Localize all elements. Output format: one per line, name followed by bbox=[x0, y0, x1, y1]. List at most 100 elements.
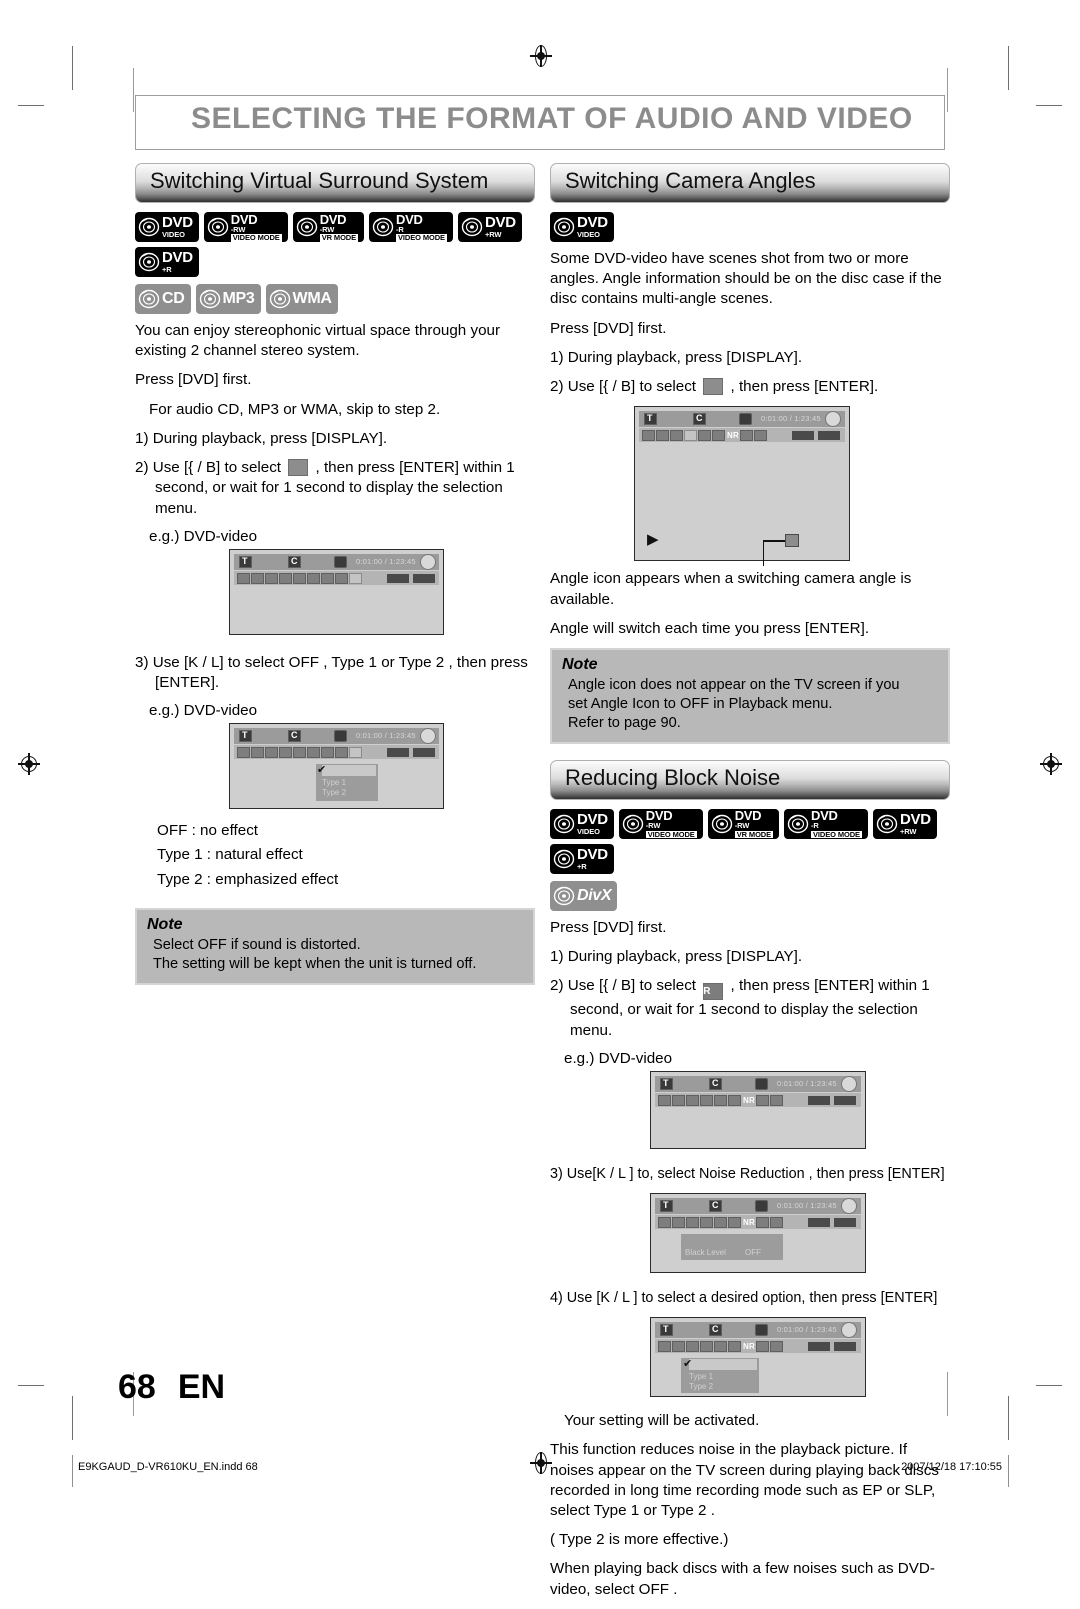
surround-option-type2: Type 2 : emphasized effect bbox=[157, 870, 339, 888]
note-title: Note bbox=[562, 655, 598, 673]
osd-menu-row-1[interactable]: Type 2 bbox=[689, 1382, 713, 1391]
osd-icon-repeat bbox=[698, 430, 711, 442]
disc-icon bbox=[553, 814, 575, 834]
osd-menu-row-0[interactable]: Type 1 bbox=[689, 1372, 713, 1381]
osd-menu-row-1[interactable]: Type 2 bbox=[322, 788, 346, 797]
badge-text: DVD -RW VR MODE bbox=[319, 211, 359, 242]
osd-icon-repeat bbox=[714, 1341, 727, 1353]
osd-title-label: T bbox=[242, 555, 248, 566]
badge-dvd-plus-rw: DVD +RW bbox=[872, 808, 937, 839]
osd-menu-highlight bbox=[322, 765, 376, 777]
osd-icon-repeat bbox=[714, 1094, 727, 1106]
osd-icon-nr-label: NR bbox=[743, 1342, 755, 1352]
osd-clock-icon bbox=[739, 413, 752, 426]
badge-row-noise: DVD Video DVD -RW Video Mode DVD -RW VR … bbox=[550, 808, 950, 874]
osd-blacklevel-label: Black Level bbox=[685, 1247, 726, 1257]
noise-eg-1: e.g.) DVD-video bbox=[564, 1049, 673, 1067]
section-header-block-noise-label: Reducing Block Noise bbox=[565, 764, 781, 790]
osd-screen-noise-1: T C 0:01:00 / 1:23:45 NR bbox=[650, 1070, 866, 1149]
disc-icon bbox=[553, 886, 575, 906]
osd-screen-surround-menu: T C 0:01:00 / 1:23:45 ✔ Type 1 Type 2 bbox=[229, 723, 444, 810]
angles-step-2a: 2) Use [{ / B] to select bbox=[550, 378, 697, 396]
osd-title-label: T bbox=[242, 730, 248, 741]
badge-row-divx: DivX bbox=[550, 880, 950, 911]
surround-option-off: OFF : no effect bbox=[157, 822, 259, 840]
osd-icon-search bbox=[237, 747, 250, 759]
disc-icon bbox=[461, 217, 483, 237]
crop-mark-bl-v bbox=[72, 1396, 73, 1440]
osd-block-2 bbox=[413, 748, 435, 758]
disc-icon bbox=[553, 849, 575, 869]
badge-row-audio: CD MP3 WMA bbox=[135, 284, 535, 314]
page-number: 68 EN bbox=[118, 1368, 225, 1407]
osd-icon-nr-label: NR bbox=[743, 1217, 755, 1227]
osd-chapter-label: C bbox=[291, 730, 298, 741]
badge-dvd-plus-rw: DVD +RW bbox=[457, 212, 522, 242]
badge-text: DVD -R Video Mode bbox=[396, 211, 447, 242]
surround-options-list: OFF : no effect Type 1 : natural effect … bbox=[157, 821, 535, 890]
disc-icon bbox=[138, 252, 160, 272]
badge-text: DVD +RW bbox=[899, 811, 931, 837]
badge-dvd-rw-video-mode: DVD -RW Video Mode bbox=[618, 808, 703, 839]
noise-para-2: ( Type 2 is more effective.) bbox=[550, 1531, 729, 1549]
disc-icon bbox=[199, 289, 221, 309]
disc-icon bbox=[296, 217, 318, 237]
angles-step-2b: , then press [ENTER]. bbox=[730, 378, 879, 396]
note-line-2: set Angle Icon to OFF in Playback menu. bbox=[568, 695, 833, 712]
osd-icon-virtual-surround bbox=[770, 1094, 783, 1106]
osd-icon-virtual-surround bbox=[349, 747, 362, 759]
noise-step-3: 3) Use[K / L ] to, select Noise Reductio… bbox=[550, 1165, 945, 1182]
osd-blacklevel-value: OFF bbox=[745, 1247, 761, 1257]
osd-icon-repeat bbox=[293, 572, 306, 584]
osd-icon-search bbox=[642, 430, 655, 442]
osd-time-display: 0:01:00 / 1:23:45 bbox=[777, 1325, 837, 1335]
badge-dvd-video: DVD Video bbox=[135, 212, 199, 242]
osd-icon-angle bbox=[700, 1341, 713, 1353]
osd-icon-subtitle bbox=[670, 430, 683, 442]
osd-icon-nr-label: NR bbox=[743, 1095, 755, 1105]
surround-step-2a: 2) Use [{ / B] to select bbox=[135, 459, 282, 477]
osd-icon-search bbox=[237, 572, 250, 584]
section-header-block-noise: Reducing Block Noise bbox=[550, 759, 950, 800]
surround-intro: You can enjoy stereophonic virtual space… bbox=[135, 322, 501, 360]
surround-option-type1: Type 1 : natural effect bbox=[157, 846, 303, 864]
osd-block-1 bbox=[808, 1217, 830, 1227]
osd-block-2 bbox=[818, 431, 840, 441]
badge-dvd-rw-video-mode: DVD -RW Video Mode bbox=[203, 212, 288, 242]
note-box-surround: Note Select OFF if sound is distorted. T… bbox=[135, 907, 535, 985]
section-header-virtual-surround-label: Switching Virtual Surround System bbox=[150, 168, 489, 193]
osd-icon-search bbox=[658, 1341, 671, 1353]
noise-step-2a: 2) Use [{ / B] to select bbox=[550, 977, 697, 995]
noise-reduction-icon: NR bbox=[697, 983, 724, 1001]
page-title: SELECTING THE FORMAT OF AUDIO AND VIDEO bbox=[135, 95, 945, 150]
osd-icon-zoom bbox=[756, 1216, 769, 1228]
badge-dvd-r-video-mode: DVD -R Video Mode bbox=[369, 212, 453, 242]
osd-clock-icon bbox=[755, 1324, 768, 1337]
osd-block-1 bbox=[387, 748, 409, 758]
osd-block-1 bbox=[808, 1095, 830, 1105]
footer-filename: E9KGAUD_D-VR610KU_EN.indd 68 bbox=[78, 1461, 258, 1473]
crop-mark-tr-v bbox=[1008, 46, 1009, 90]
right-column: Switching Camera Angles DVD Video Some D… bbox=[550, 163, 950, 1609]
osd-clock-icon bbox=[334, 555, 347, 568]
osd-icon-subtitle bbox=[265, 572, 278, 584]
badge-text: WMA bbox=[292, 290, 332, 307]
osd-time-display: 0:01:00 / 1:23:45 bbox=[777, 1200, 837, 1210]
osd-menu-row-0[interactable]: Type 1 bbox=[322, 778, 346, 787]
osd-callout-line-h bbox=[763, 540, 785, 542]
badge-row-surround: DVD Video DVD -RW Video Mode DVD -RW VR … bbox=[135, 212, 535, 277]
noise-para-3: When playing back discs with a few noise… bbox=[550, 1560, 935, 1598]
osd-icon-subtitle bbox=[265, 747, 278, 759]
osd-chapter-label: C bbox=[712, 1199, 719, 1210]
osd-icon-zoom bbox=[756, 1341, 769, 1353]
osd-time-display: 0:01:00 / 1:23:45 bbox=[356, 731, 416, 741]
noise-step-1: 1) During playback, press [DISPLAY]. bbox=[550, 948, 803, 966]
osd-chapter-label: C bbox=[291, 555, 298, 566]
osd-block-2 bbox=[834, 1342, 856, 1352]
osd-screen-surround: T C 0:01:00 / 1:23:45 bbox=[229, 548, 444, 635]
surround-skip-note: For audio CD, MP3 or WMA, skip to step 2… bbox=[149, 400, 441, 418]
disc-icon bbox=[138, 217, 160, 237]
osd-clock-icon bbox=[755, 1077, 768, 1090]
osd-icon-marker bbox=[728, 1341, 741, 1353]
osd-block-2 bbox=[834, 1095, 856, 1105]
